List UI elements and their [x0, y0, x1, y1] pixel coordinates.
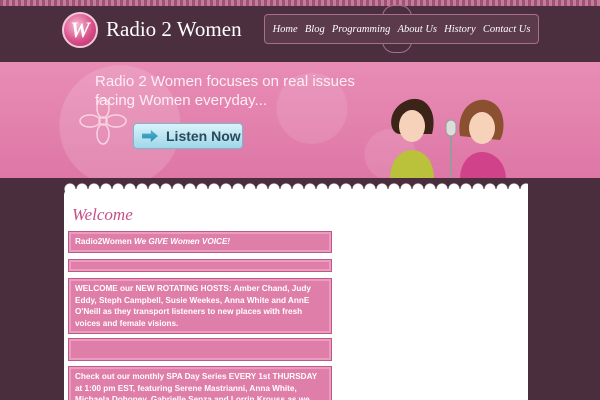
announcement-box: Radio2Women We GIVE Women VOICE!: [68, 231, 332, 253]
banner-tagline: Radio 2 Women focuses on real issues fac…: [95, 73, 355, 109]
nav-item-home[interactable]: Home: [273, 24, 298, 35]
announcement-em: We GIVE Women VOICE!: [131, 237, 231, 246]
empty-box: [68, 338, 332, 361]
empty-box: [68, 259, 332, 272]
nav-item-history[interactable]: History: [444, 24, 476, 35]
nav-item-about-us[interactable]: About Us: [398, 24, 437, 35]
spa-day-box: Check out our monthly SPA Day Series EVE…: [68, 366, 332, 400]
hosts-box: WELCOME our NEW ROTATING HOSTS: Amber Ch…: [68, 278, 332, 334]
announcement-strong: Radio2Women: [75, 237, 132, 246]
nav-item-programming[interactable]: Programming: [332, 24, 391, 35]
listen-now-label: Listen Now: [166, 128, 241, 144]
logo-w-icon[interactable]: W: [62, 12, 98, 48]
welcome-heading: Welcome: [72, 205, 133, 224]
arrow-right-icon: [142, 130, 158, 142]
hosts-illustration-icon: [390, 98, 506, 178]
header-pattern-strip: [0, 0, 600, 6]
main-nav: Home Blog Programming About Us History C…: [264, 14, 539, 44]
content-scallop-edge: [64, 183, 528, 195]
nav-item-blog[interactable]: Blog: [305, 24, 325, 35]
listen-now-button[interactable]: Listen Now: [133, 123, 243, 149]
site-title[interactable]: Radio 2 Women: [106, 17, 242, 42]
hero-banner: Radio 2 Women focuses on real issues fac…: [0, 62, 600, 178]
nav-item-contact-us[interactable]: Contact Us: [483, 24, 531, 35]
